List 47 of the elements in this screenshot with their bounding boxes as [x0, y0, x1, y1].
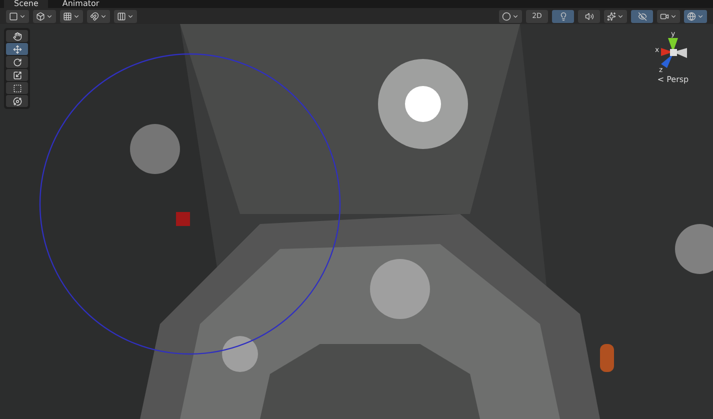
toolbar-button[interactable] [657, 10, 680, 22]
scale-icon [12, 70, 22, 80]
tool-button[interactable] [6, 95, 28, 107]
toolbar-button[interactable] [631, 10, 653, 22]
toolbar-button[interactable] [6, 10, 29, 22]
camera-icon [660, 12, 669, 20]
caret-icon [670, 12, 677, 20]
tool-button[interactable] [6, 69, 28, 81]
tool-button[interactable] [6, 82, 28, 94]
caret-icon [127, 12, 134, 20]
tool-button[interactable] [6, 56, 28, 68]
toolbar-button[interactable] [60, 10, 83, 22]
lightbulb-icon [558, 12, 568, 20]
speaker-icon [584, 12, 594, 20]
toolbar-button[interactable] [114, 10, 137, 22]
circle-icon [502, 12, 511, 20]
hand-icon [12, 32, 22, 40]
globe-icon [687, 12, 696, 20]
orbit-icon [12, 96, 22, 106]
toolbar-button[interactable] [552, 10, 574, 22]
cube-icon [36, 12, 45, 20]
rotate-icon [12, 58, 22, 66]
tool-button[interactable] [6, 30, 28, 42]
toolbar-button[interactable] [33, 10, 56, 22]
grid-icon [63, 12, 72, 20]
magnet-icon [90, 12, 99, 20]
caret-icon [697, 12, 704, 20]
caret-icon [46, 12, 53, 20]
toolbar-button[interactable] [87, 10, 110, 22]
caret-icon [617, 12, 624, 20]
tool-button[interactable] [6, 43, 28, 55]
toolbar-button[interactable] [499, 10, 522, 22]
caret-icon [100, 12, 107, 20]
eye-off-icon [638, 12, 646, 20]
rect-icon [12, 84, 22, 92]
caret-icon [19, 12, 26, 20]
toolbar-button[interactable] [684, 10, 707, 22]
sparkles-icon [607, 12, 616, 20]
square-icon [9, 12, 18, 20]
caret-icon [73, 12, 80, 20]
projection-label[interactable]: < Persp [657, 75, 689, 84]
move-icon [12, 44, 22, 54]
caret-icon [512, 12, 519, 20]
tab[interactable]: Scene [4, 0, 48, 8]
toolbar-button[interactable] [578, 10, 600, 22]
columns-icon [117, 12, 126, 20]
toolbar-button[interactable] [604, 10, 627, 22]
